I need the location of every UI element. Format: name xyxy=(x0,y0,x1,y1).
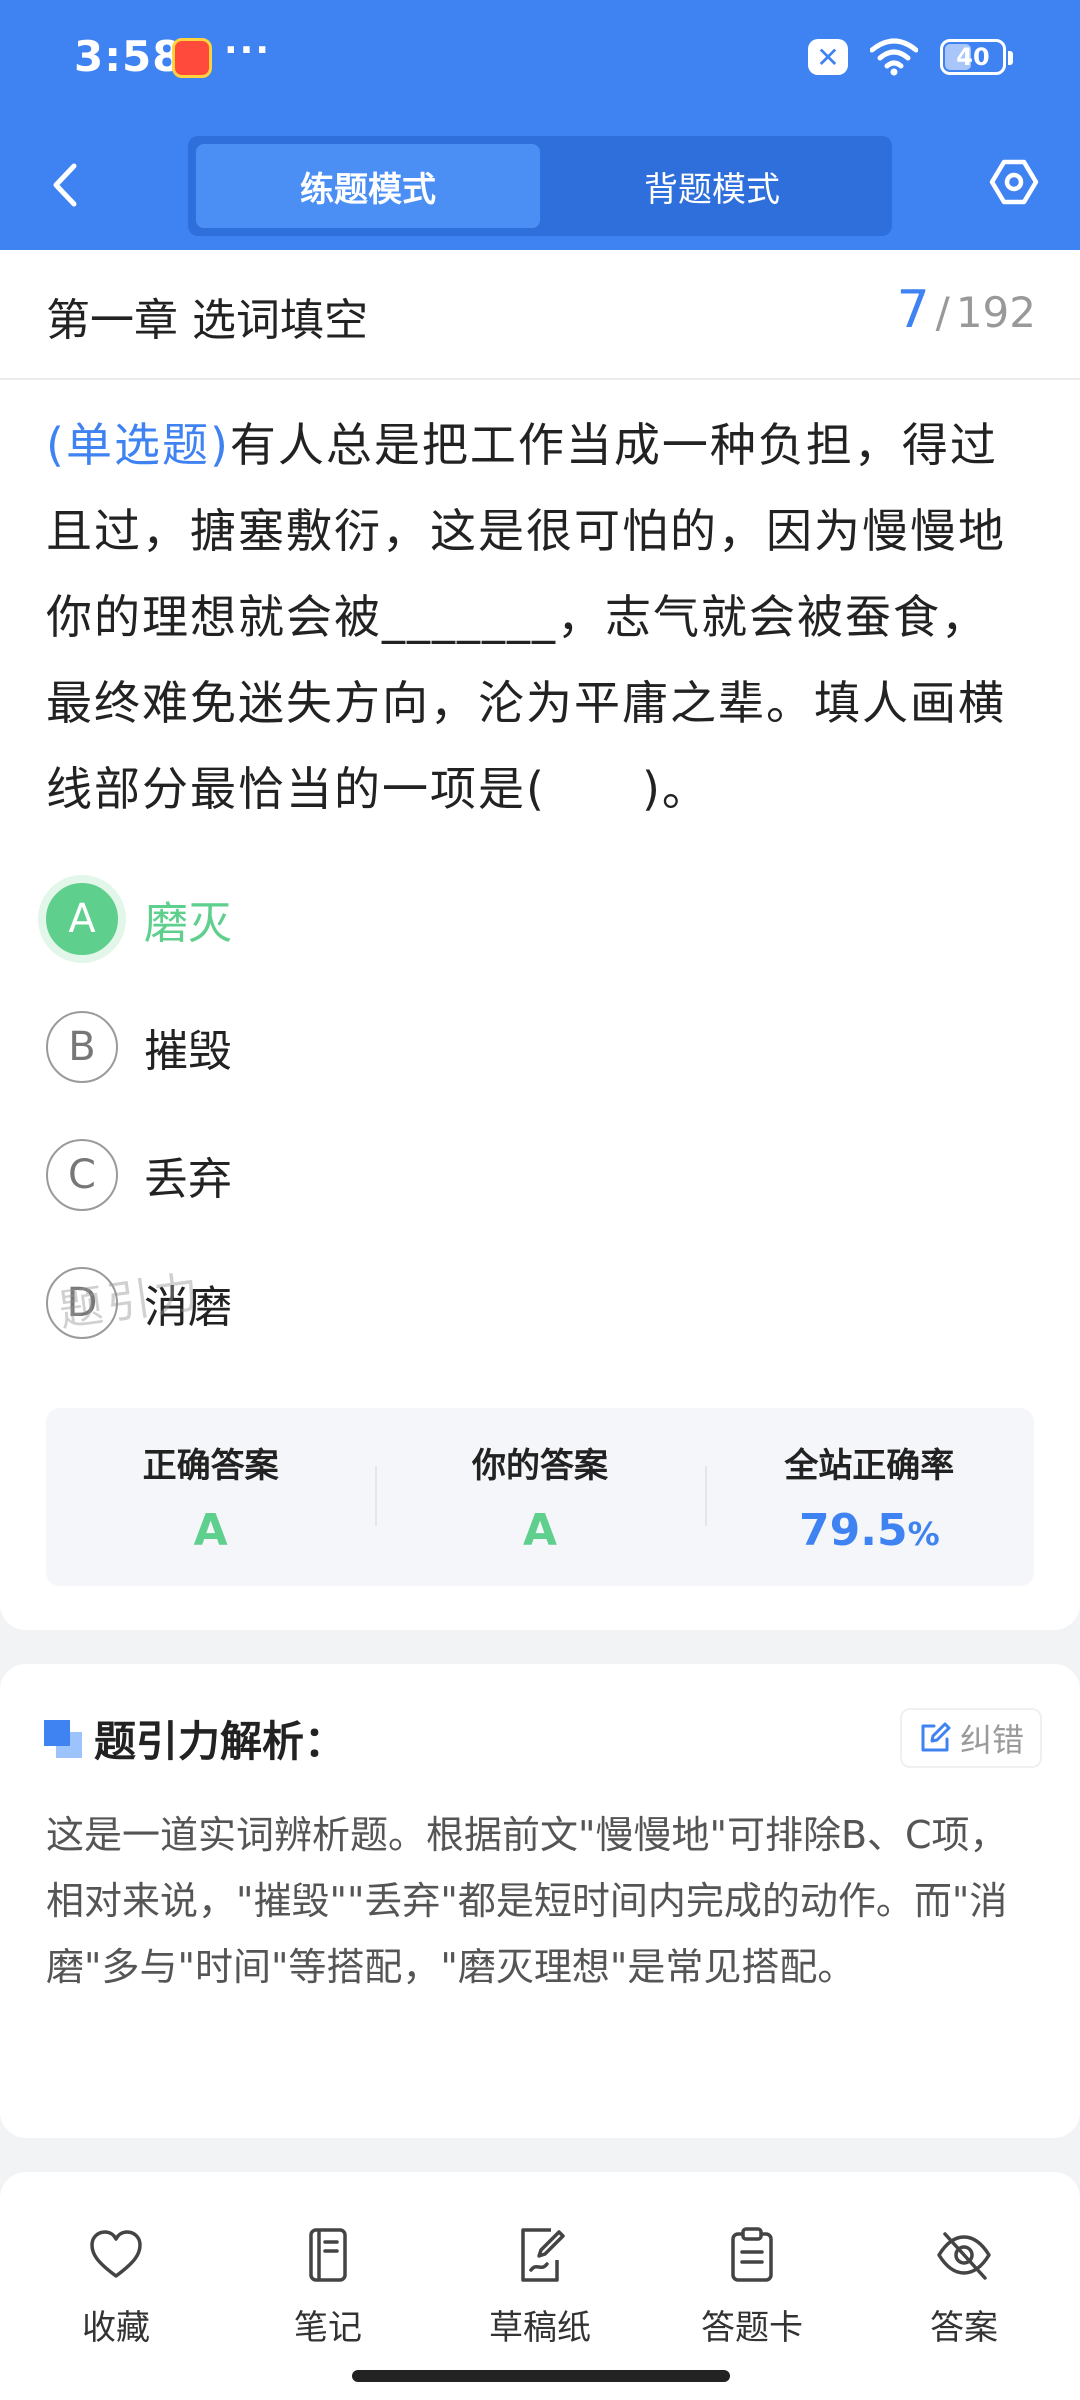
accuracy-unit: % xyxy=(907,1515,940,1553)
correct-answer-label: 正确答案 xyxy=(142,1446,279,1486)
report-error-button[interactable]: 纠错 xyxy=(899,1708,1042,1768)
mode-switch: 练题模式 背题模式 xyxy=(188,136,892,236)
chevron-left-icon xyxy=(53,163,77,207)
show-answer-button[interactable]: 答案 xyxy=(874,2172,1054,2400)
status-bar: 3:58 ··· ✕ 40 xyxy=(0,0,1080,120)
heart-icon xyxy=(90,2230,142,2278)
app-badge-icon xyxy=(172,38,212,78)
header: 3:58 ··· ✕ 40 练题模式 背题模式 xyxy=(0,0,1080,250)
option-text: 摧毁 xyxy=(144,1026,232,1077)
data-off-icon: ✕ xyxy=(808,39,848,75)
site-accuracy-value: 79.5% xyxy=(799,1505,940,1556)
analysis-card: 题引力解析： 纠错 这是一道实词辨析题。根据前文"慢慢地"可排除B、C项，相对来… xyxy=(0,1664,1080,2138)
answer-sheet-button[interactable]: 答题卡 xyxy=(662,2172,842,2400)
home-indicator[interactable] xyxy=(352,2370,730,2382)
answer-sheet-label: 答题卡 xyxy=(701,2308,803,2348)
more-notifications-icon: ··· xyxy=(224,30,272,71)
option-letter: A xyxy=(46,883,118,955)
site-accuracy: 全站正确率 79.5% xyxy=(704,1408,1034,1586)
draft-paper-label: 草稿纸 xyxy=(489,2308,591,2348)
correct-answer-value: A xyxy=(193,1505,228,1556)
question-progress: 7/192 xyxy=(897,280,1036,340)
analysis-title: 题引力解析： xyxy=(94,1717,347,1766)
report-error-label: 纠错 xyxy=(959,1721,1024,1759)
option-a[interactable]: A 磨灭 xyxy=(46,882,232,956)
edit-icon xyxy=(921,1722,951,1752)
accuracy-number: 79.5 xyxy=(799,1505,908,1556)
option-c[interactable]: C 丢弃 xyxy=(46,1138,232,1212)
tab-practice-mode[interactable]: 练题模式 xyxy=(196,144,540,228)
draft-paper-button[interactable]: 草稿纸 xyxy=(450,2172,630,2400)
analysis-icon xyxy=(44,1720,82,1758)
question-card: (单选题)有人总是把工作当成一种负担，得过且过，搪塞敷衍，这是很可怕的，因为慢慢… xyxy=(0,380,1080,1630)
back-button[interactable] xyxy=(40,155,90,215)
settings-button[interactable] xyxy=(984,152,1044,212)
progress-separator: / xyxy=(935,288,950,337)
question-text: (单选题)有人总是把工作当成一种负担，得过且过，搪塞敷衍，这是很可怕的，因为慢慢… xyxy=(46,402,1036,832)
analysis-text: 这是一道实词辨析题。根据前文"慢慢地"可排除B、C项，相对来说，"摧毁""丢弃"… xyxy=(46,1813,1008,1989)
your-answer: 你的答案 A xyxy=(375,1408,704,1586)
option-letter: B xyxy=(46,1011,118,1083)
status-time: 3:58 xyxy=(74,32,183,81)
battery-icon: 40 xyxy=(940,39,1013,75)
answer-summary: 正确答案 A 你的答案 A 全站正确率 79.5% xyxy=(46,1408,1034,1586)
option-text: 磨灭 xyxy=(144,898,232,949)
notes-button[interactable]: 笔记 xyxy=(238,2172,418,2400)
your-answer-label: 你的答案 xyxy=(471,1446,608,1486)
option-letter: C xyxy=(46,1139,118,1211)
clipboard-icon xyxy=(731,2227,773,2282)
show-answer-label: 答案 xyxy=(930,2308,998,2348)
battery-level: 40 xyxy=(956,43,990,71)
chapter-title: 第一章 选词填空 xyxy=(46,295,368,346)
correct-answer: 正确答案 A xyxy=(46,1408,375,1586)
tab-memorize-mode[interactable]: 背题模式 xyxy=(540,144,884,228)
chapter-bar: 第一章 选词填空 7/192 xyxy=(0,250,1080,380)
status-icons: ✕ 40 xyxy=(808,38,1013,76)
your-answer-value: A xyxy=(522,1505,558,1556)
current-question-number: 7 xyxy=(896,280,930,340)
draft-icon xyxy=(521,2228,565,2282)
site-accuracy-label: 全站正确率 xyxy=(784,1446,955,1486)
total-question-count: 192 xyxy=(955,288,1036,337)
bottom-nav: 收藏 笔记 草稿纸 答题卡 答案 xyxy=(0,2172,1080,2400)
question-body: 有人总是把工作当成一种负担，得过且过，搪塞敷衍，这是很可怕的，因为慢慢地你的理想… xyxy=(46,418,1006,816)
settings-hexagon-icon xyxy=(989,159,1039,205)
eye-off-icon xyxy=(937,2232,991,2280)
wifi-icon xyxy=(870,38,918,76)
option-b[interactable]: B 摧毁 xyxy=(46,1010,232,1084)
favorite-button[interactable]: 收藏 xyxy=(26,2172,206,2400)
favorite-label: 收藏 xyxy=(82,2308,150,2348)
notes-label: 笔记 xyxy=(294,2308,362,2348)
notebook-icon xyxy=(309,2228,347,2282)
question-type: (单选题) xyxy=(46,418,230,472)
option-text: 丢弃 xyxy=(144,1154,232,1205)
